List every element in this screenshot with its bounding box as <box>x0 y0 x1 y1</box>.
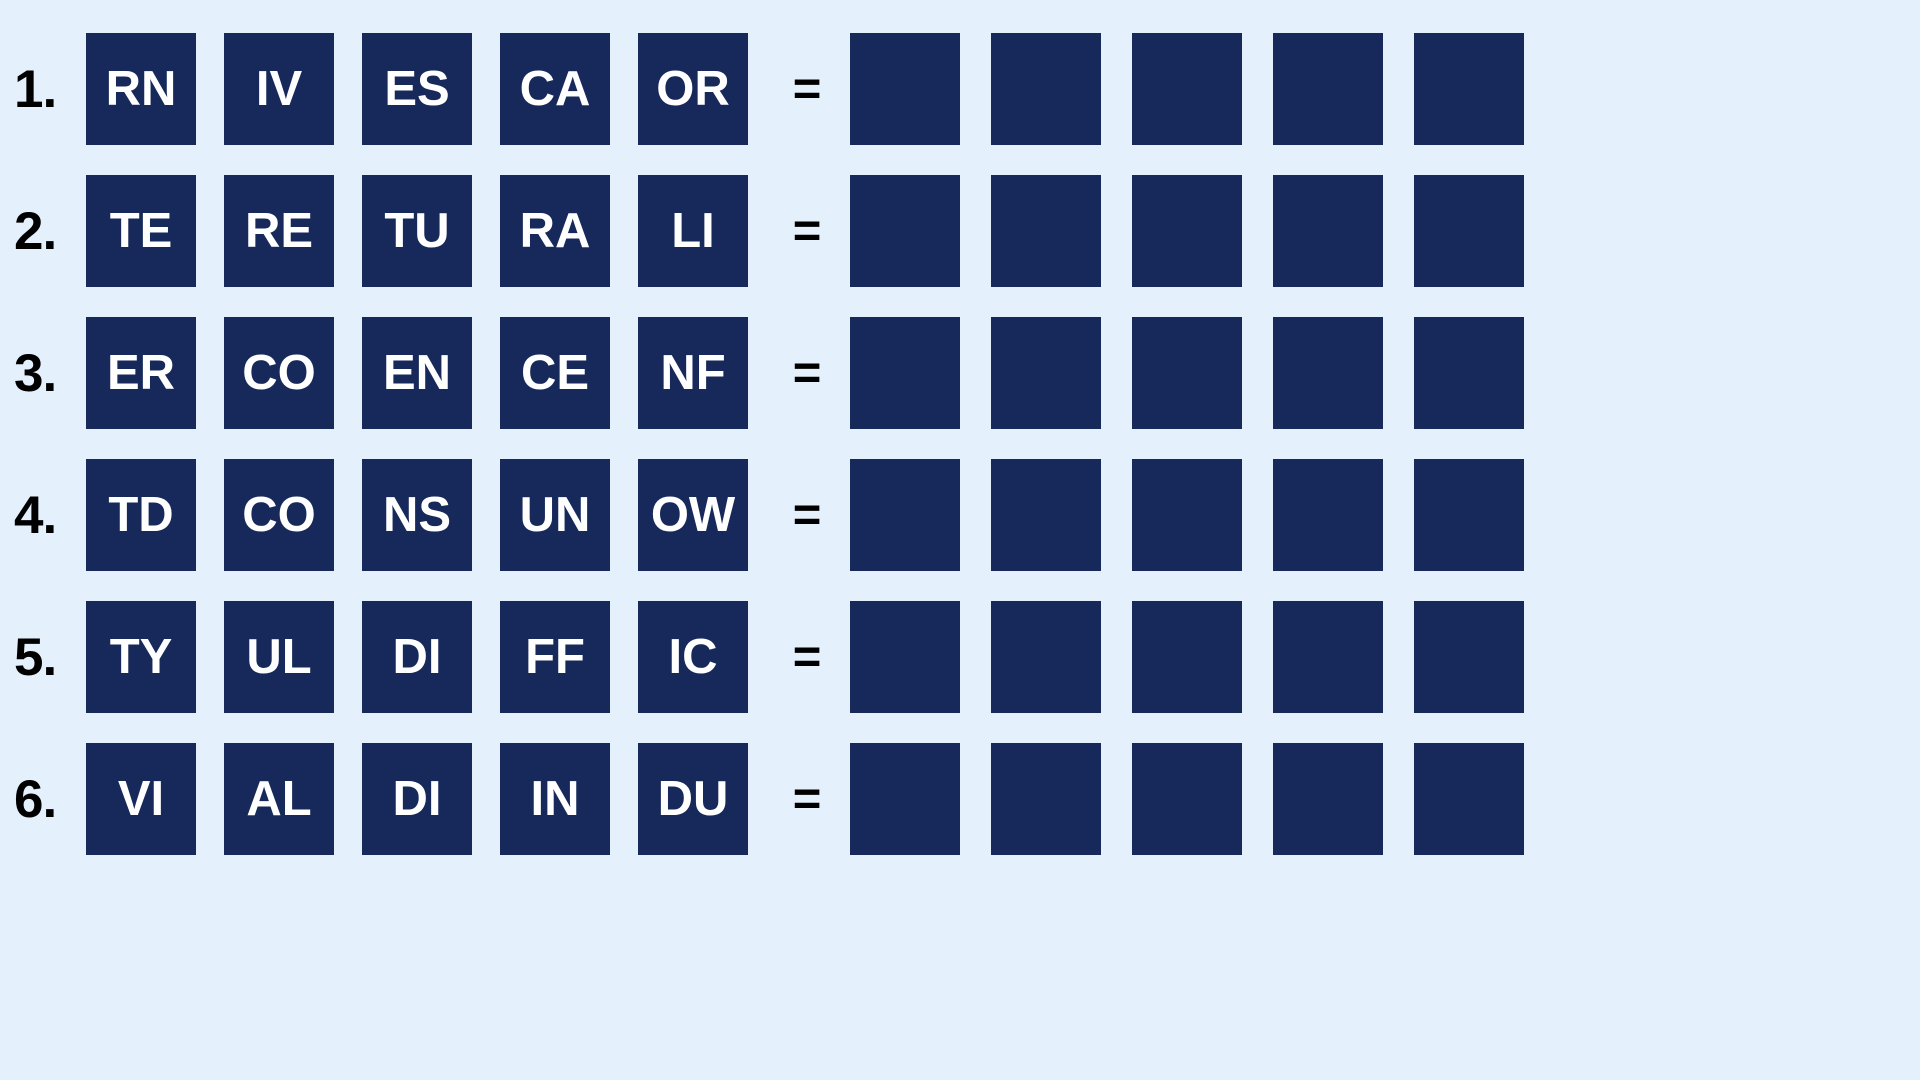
answer-slot-group <box>850 33 1524 145</box>
clue-tile[interactable]: TE <box>86 175 196 287</box>
row-number-label: 2. <box>14 201 57 261</box>
answer-slot[interactable] <box>1414 33 1524 145</box>
answer-slot[interactable] <box>850 33 960 145</box>
equals-sign: = <box>792 487 822 542</box>
clue-tile[interactable]: AL <box>224 743 334 855</box>
answer-slot[interactable] <box>1132 33 1242 145</box>
puzzle-row: 1. RN IV ES CA OR = <box>0 18 1920 160</box>
row-number-label: 4. <box>14 485 57 545</box>
clue-tile[interactable]: ES <box>362 33 472 145</box>
clue-tile[interactable]: CO <box>224 317 334 429</box>
clue-tile[interactable]: UL <box>224 601 334 713</box>
equals-sign: = <box>792 629 822 684</box>
clue-tile[interactable]: DI <box>362 743 472 855</box>
clue-tile[interactable]: IC <box>638 601 748 713</box>
answer-slot[interactable] <box>1414 601 1524 713</box>
clue-tile[interactable]: ER <box>86 317 196 429</box>
answer-slot[interactable] <box>1132 459 1242 571</box>
clue-tile-group: TD CO NS UN OW <box>86 459 776 571</box>
answer-slot[interactable] <box>1414 743 1524 855</box>
answer-slot[interactable] <box>1273 601 1383 713</box>
clue-tile[interactable]: TU <box>362 175 472 287</box>
row-number-label: 5. <box>14 627 57 687</box>
answer-slot-group <box>850 175 1524 287</box>
puzzle-row: 3. ER CO EN CE NF = <box>0 302 1920 444</box>
answer-slot[interactable] <box>991 459 1101 571</box>
puzzle-row: 5. TY UL DI FF IC = <box>0 586 1920 728</box>
answer-slot[interactable] <box>850 175 960 287</box>
row-number-label: 1. <box>14 59 57 119</box>
clue-tile-group: TY UL DI FF IC <box>86 601 776 713</box>
clue-tile[interactable]: RN <box>86 33 196 145</box>
clue-tile[interactable]: CA <box>500 33 610 145</box>
answer-slot[interactable] <box>1273 743 1383 855</box>
answer-slot-group <box>850 459 1524 571</box>
answer-slot[interactable] <box>1132 175 1242 287</box>
answer-slot[interactable] <box>850 743 960 855</box>
answer-slot[interactable] <box>850 459 960 571</box>
clue-tile[interactable]: IV <box>224 33 334 145</box>
clue-tile[interactable]: TD <box>86 459 196 571</box>
clue-tile[interactable]: CO <box>224 459 334 571</box>
row-number-label: 6. <box>14 769 57 829</box>
clue-tile-group: TE RE TU RA LI <box>86 175 776 287</box>
answer-slot[interactable] <box>991 33 1101 145</box>
clue-tile[interactable]: NF <box>638 317 748 429</box>
puzzle-row: 6. VI AL DI IN DU = <box>0 728 1920 870</box>
answer-slot[interactable] <box>1132 601 1242 713</box>
puzzle-row: 2. TE RE TU RA LI = <box>0 160 1920 302</box>
clue-tile[interactable]: LI <box>638 175 748 287</box>
answer-slot-group <box>850 601 1524 713</box>
clue-tile[interactable]: VI <box>86 743 196 855</box>
answer-slot[interactable] <box>1273 33 1383 145</box>
equals-sign: = <box>792 61 822 116</box>
answer-slot[interactable] <box>991 175 1101 287</box>
clue-tile[interactable]: RA <box>500 175 610 287</box>
clue-tile[interactable]: RE <box>224 175 334 287</box>
equals-sign: = <box>792 345 822 400</box>
clue-tile[interactable]: DU <box>638 743 748 855</box>
answer-slot-group <box>850 317 1524 429</box>
clue-tile-group: ER CO EN CE NF <box>86 317 776 429</box>
answer-slot[interactable] <box>850 317 960 429</box>
equals-sign: = <box>792 771 822 826</box>
clue-tile[interactable]: UN <box>500 459 610 571</box>
answer-slot[interactable] <box>1273 317 1383 429</box>
answer-slot[interactable] <box>1132 317 1242 429</box>
answer-slot[interactable] <box>1414 459 1524 571</box>
clue-tile-group: RN IV ES CA OR <box>86 33 776 145</box>
clue-tile[interactable]: CE <box>500 317 610 429</box>
clue-tile[interactable]: OW <box>638 459 748 571</box>
row-number-label: 3. <box>14 343 57 403</box>
syllable-puzzle-grid: 1. RN IV ES CA OR = 2. TE RE TU RA LI = 3. ER CO EN CE NF = 4… <box>0 0 1920 1080</box>
answer-slot[interactable] <box>1414 175 1524 287</box>
clue-tile[interactable]: EN <box>362 317 472 429</box>
clue-tile-group: VI AL DI IN DU <box>86 743 776 855</box>
clue-tile[interactable]: TY <box>86 601 196 713</box>
puzzle-row: 4. TD CO NS UN OW = <box>0 444 1920 586</box>
answer-slot-group <box>850 743 1524 855</box>
equals-sign: = <box>792 203 822 258</box>
answer-slot[interactable] <box>850 601 960 713</box>
answer-slot[interactable] <box>991 743 1101 855</box>
answer-slot[interactable] <box>1132 743 1242 855</box>
answer-slot[interactable] <box>1273 175 1383 287</box>
clue-tile[interactable]: OR <box>638 33 748 145</box>
answer-slot[interactable] <box>1273 459 1383 571</box>
answer-slot[interactable] <box>1414 317 1524 429</box>
clue-tile[interactable]: DI <box>362 601 472 713</box>
clue-tile[interactable]: IN <box>500 743 610 855</box>
clue-tile[interactable]: FF <box>500 601 610 713</box>
answer-slot[interactable] <box>991 317 1101 429</box>
clue-tile[interactable]: NS <box>362 459 472 571</box>
answer-slot[interactable] <box>991 601 1101 713</box>
